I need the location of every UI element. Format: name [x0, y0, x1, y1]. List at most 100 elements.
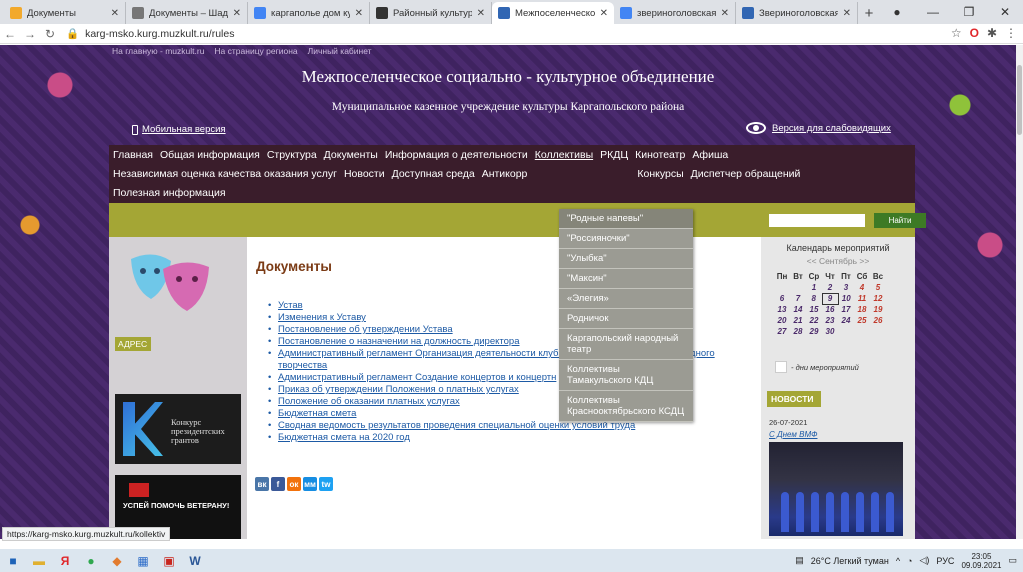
social-share-icon[interactable]: ок: [287, 477, 301, 491]
dropdown-item[interactable]: "Улыбка": [559, 249, 693, 269]
social-share-icon[interactable]: вк: [255, 477, 269, 491]
calendar-day[interactable]: 4: [854, 282, 870, 293]
minimize-icon[interactable]: —: [915, 0, 951, 24]
browser-tab[interactable]: Межпоселенческое ✕: [492, 2, 614, 24]
nav-item[interactable]: Независимая оценка качества оказания усл…: [113, 168, 337, 180]
calendar-day[interactable]: 22: [806, 315, 822, 326]
search-button[interactable]: Найти: [874, 213, 926, 228]
dropdown-item[interactable]: «Элегия»: [559, 289, 693, 309]
star-icon[interactable]: ☆: [951, 26, 962, 40]
top-link[interactable]: Личный кабинет: [308, 46, 372, 56]
calendar-day[interactable]: 30: [822, 326, 838, 337]
language-indicator[interactable]: РУС: [936, 556, 954, 566]
calendar-day[interactable]: 28: [790, 326, 806, 337]
yandex-icon[interactable]: Я: [52, 549, 78, 572]
calendar-day[interactable]: 17: [838, 304, 854, 315]
low-vision-link[interactable]: Версия для слабовидящих: [746, 122, 891, 134]
extension-icon[interactable]: ✱: [987, 26, 997, 40]
windows-start-icon[interactable]: ■: [0, 549, 26, 572]
calendar-day[interactable]: 29: [806, 326, 822, 337]
nav-item[interactable]: Афиша: [692, 149, 728, 161]
nav-item[interactable]: Главная: [113, 149, 153, 161]
menu-icon[interactable]: ⋮: [1005, 26, 1017, 40]
nav-item[interactable]: Коллективы: [535, 149, 593, 161]
browser-tab[interactable]: звериноголовская б ✕: [614, 2, 736, 24]
tab-close-icon[interactable]: ✕: [355, 8, 363, 19]
word-icon[interactable]: W: [182, 549, 208, 572]
calendar-day[interactable]: 27: [774, 326, 790, 337]
mobile-version-link[interactable]: Мобильная версия: [132, 124, 226, 135]
calendar-day[interactable]: 12: [870, 293, 886, 304]
calendar-day[interactable]: 1: [806, 282, 822, 293]
browser-tab[interactable]: Районный культурны ✕: [370, 2, 492, 24]
calendar-day[interactable]: 20: [774, 315, 790, 326]
calendar-day[interactable]: 10: [838, 293, 854, 304]
opera-icon[interactable]: O: [970, 26, 979, 40]
nav-item[interactable]: Антикорр: [482, 168, 528, 180]
maximize-icon[interactable]: ❐: [951, 0, 987, 24]
dropdown-item[interactable]: Каргапольский народный театр: [559, 329, 693, 360]
tab-close-icon[interactable]: ✕: [111, 8, 119, 19]
dropdown-item[interactable]: Коллективы Красноoктябрьского КСДЦ: [559, 391, 693, 422]
browser-tab[interactable]: Документы – Шадри ✕: [126, 2, 248, 24]
tab-close-icon[interactable]: ✕: [721, 8, 729, 19]
calendar-day[interactable]: 11: [854, 293, 870, 304]
address-label[interactable]: АДРЕС: [115, 337, 151, 351]
clock[interactable]: 23:05 09.09.2021: [961, 552, 1001, 570]
calendar-day[interactable]: 5: [870, 282, 886, 293]
calendar-day[interactable]: 14: [790, 304, 806, 315]
speaker-icon[interactable]: ◁): [919, 555, 929, 566]
calendar-day[interactable]: 8: [806, 293, 822, 304]
news-photo[interactable]: [769, 442, 903, 536]
calendar-day[interactable]: 19: [870, 304, 886, 315]
dropdown-item[interactable]: Коллективы Тамакульского КДЦ: [559, 360, 693, 391]
nav-item[interactable]: Общая информация: [160, 149, 260, 161]
document-link[interactable]: Бюджетная смета на 2020 год: [268, 432, 748, 444]
top-link[interactable]: На главную - muzkult.ru: [112, 46, 204, 56]
browser-tab[interactable]: каргаполье дом куль ✕: [248, 2, 370, 24]
social-share-icon[interactable]: мм: [303, 477, 317, 491]
reload-icon[interactable]: ↻: [40, 27, 60, 41]
search-input[interactable]: [769, 214, 865, 227]
social-share-icon[interactable]: f: [271, 477, 285, 491]
calendar-day[interactable]: 7: [790, 293, 806, 304]
network-icon[interactable]: ◔: [907, 556, 912, 566]
calendar-day[interactable]: 18: [854, 304, 870, 315]
weather-text[interactable]: 26°C Легкий туман: [811, 556, 889, 566]
nav-item[interactable]: Новости: [344, 168, 385, 180]
calendar-day[interactable]: 2: [822, 282, 838, 293]
dropdown-item[interactable]: Родничок: [559, 309, 693, 329]
calendar-day[interactable]: 24: [838, 315, 854, 326]
profile-icon[interactable]: ●: [879, 0, 915, 24]
browser-tab[interactable]: Документы ✕: [4, 2, 126, 24]
scrollbar-thumb[interactable]: [1017, 65, 1022, 135]
dropdown-item[interactable]: "Родные напевы": [559, 209, 693, 229]
calendar-day[interactable]: 15: [806, 304, 822, 315]
dropdown-item[interactable]: "Россияночки": [559, 229, 693, 249]
media-icon[interactable]: ▦: [130, 549, 156, 572]
tray-chevron-icon[interactable]: ^: [896, 556, 900, 566]
calendar-day[interactable]: 23: [822, 315, 838, 326]
dropdown-item[interactable]: "Максин": [559, 269, 693, 289]
back-icon[interactable]: ←: [0, 27, 20, 41]
close-window-icon[interactable]: ✕: [987, 0, 1023, 24]
grants-banner[interactable]: Конкурс президентских грантов: [115, 394, 241, 464]
calendar-month-nav[interactable]: << Сентябрь >>: [761, 256, 915, 266]
file-explorer-icon[interactable]: ▬: [26, 549, 52, 572]
top-link[interactable]: На страницу региона: [214, 46, 297, 56]
news-link[interactable]: С Днем ВМФ: [769, 430, 817, 439]
page-scrollbar[interactable]: [1016, 45, 1023, 539]
nav-item[interactable]: Структура: [267, 149, 317, 161]
new-tab-icon[interactable]: +: [858, 2, 880, 24]
calendar-day[interactable]: 9: [821, 292, 839, 305]
news-label[interactable]: НОВОСТИ: [767, 391, 821, 407]
calendar-day[interactable]: 16: [822, 304, 838, 315]
tab-close-icon[interactable]: ✕: [600, 8, 608, 19]
forward-icon[interactable]: →: [20, 27, 40, 41]
nav-item[interactable]: РКДЦ: [600, 149, 628, 161]
calendar-day[interactable]: 3: [838, 282, 854, 293]
nav-item[interactable]: Информация о деятельности: [385, 149, 528, 161]
pdf-icon[interactable]: ▣: [156, 549, 182, 572]
nav-item[interactable]: Диспетчер обращений: [691, 168, 801, 180]
tab-close-icon[interactable]: ✕: [233, 8, 241, 19]
